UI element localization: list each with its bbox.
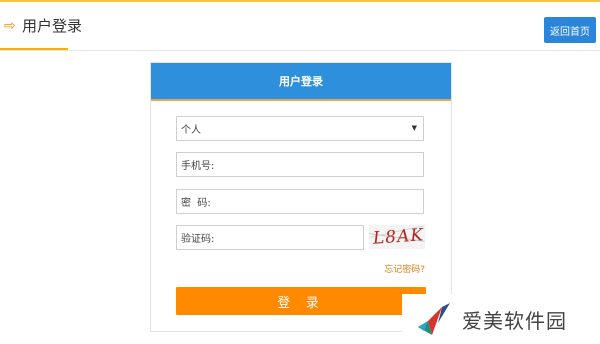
captcha-code: L8AK	[372, 225, 425, 249]
user-type-select[interactable]: 个人 ▼	[176, 116, 424, 141]
phone-input[interactable]: 手机号:	[176, 152, 424, 177]
watermark-text: 爱美软件园	[462, 308, 567, 333]
captcha-placeholder: 验证码:	[181, 234, 215, 245]
title-underline	[0, 48, 68, 50]
back-home-button[interactable]: 返回首页	[544, 17, 596, 43]
watermark: 爱美软件园	[402, 294, 600, 344]
password-placeholder: 密 码:	[181, 198, 211, 209]
password-input[interactable]: 密 码:	[176, 189, 424, 214]
caret-down-icon: ▼	[411, 124, 417, 132]
captcha-image[interactable]: L8AK	[369, 225, 425, 249]
page-title: ⇨ 用户登录	[0, 2, 82, 49]
arrow-right-icon: ⇨	[4, 17, 16, 34]
forgot-password-link[interactable]: 忘记密码?	[384, 262, 425, 275]
phone-placeholder: 手机号:	[181, 161, 215, 172]
login-button[interactable]: 登 录	[176, 287, 426, 315]
login-panel: 用户登录 个人 ▼ 手机号: 密 码: 验证码: L8AK 忘记密码? 登 录	[150, 62, 452, 332]
watermark-logo-icon	[418, 303, 450, 335]
captcha-input[interactable]: 验证码:	[176, 225, 364, 250]
page-header: ⇨ 用户登录 返回首页	[0, 2, 600, 51]
login-panel-title: 用户登录	[151, 63, 451, 101]
page-title-text: 用户登录	[22, 17, 83, 35]
user-type-selected: 个人	[181, 125, 201, 136]
